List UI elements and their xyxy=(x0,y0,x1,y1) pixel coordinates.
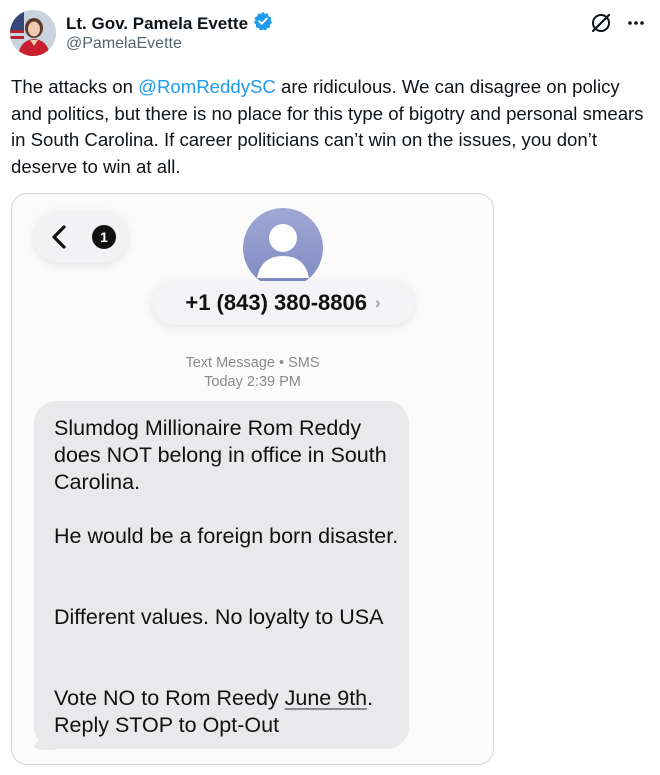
author-avatar[interactable] xyxy=(10,10,56,56)
unread-count-badge: 1 xyxy=(92,225,116,249)
message-type-label: Text Message • SMS xyxy=(185,355,320,371)
phone-number: +1 (843) 380-8806 xyxy=(185,290,367,315)
mention-link[interactable]: @RomReddySC xyxy=(138,76,276,97)
tweet-text-before: The attacks on xyxy=(11,76,139,97)
grok-icon[interactable] xyxy=(590,12,612,39)
message-paragraph-3: Different values. No loyalty to USA xyxy=(54,605,384,629)
message-timestamp: Today 2:39 PM xyxy=(204,374,301,390)
chevron-right-icon: › xyxy=(374,293,381,312)
message-paragraph-5: Reply STOP to Opt-Out xyxy=(54,713,280,737)
contact-avatar-icon[interactable] xyxy=(243,208,323,288)
message-paragraph-4: Vote NO to Rom Reedy June 9th. xyxy=(54,685,399,712)
back-button[interactable]: 1 xyxy=(34,211,128,263)
back-chevron-icon xyxy=(50,224,68,255)
author-handle[interactable]: @PamelaEvette xyxy=(66,35,182,53)
date-link[interactable]: June 9th xyxy=(285,686,367,710)
author-name-row[interactable]: Lt. Gov. Pamela Evette xyxy=(66,11,273,36)
contact-phone-pill[interactable]: +1 (843) 380-8806 › xyxy=(152,281,414,325)
vote-text-end: . xyxy=(367,686,374,710)
message-paragraph-2: He would be a foreign born disaster. xyxy=(54,524,399,548)
verified-badge-icon xyxy=(253,11,273,36)
author-name[interactable]: Lt. Gov. Pamela Evette xyxy=(66,14,248,34)
message-paragraph-1: Slumdog Millionaire Rom Reddy does NOT b… xyxy=(54,416,387,494)
tweet-text: The attacks on @RomReddySC are ridiculou… xyxy=(11,74,651,180)
attached-image[interactable]: 1 +1 (843) 380-8806 › Text Message • SMS… xyxy=(11,193,494,765)
vote-text: Vote NO to Rom Reedy xyxy=(54,686,285,710)
more-icon[interactable] xyxy=(626,13,646,38)
